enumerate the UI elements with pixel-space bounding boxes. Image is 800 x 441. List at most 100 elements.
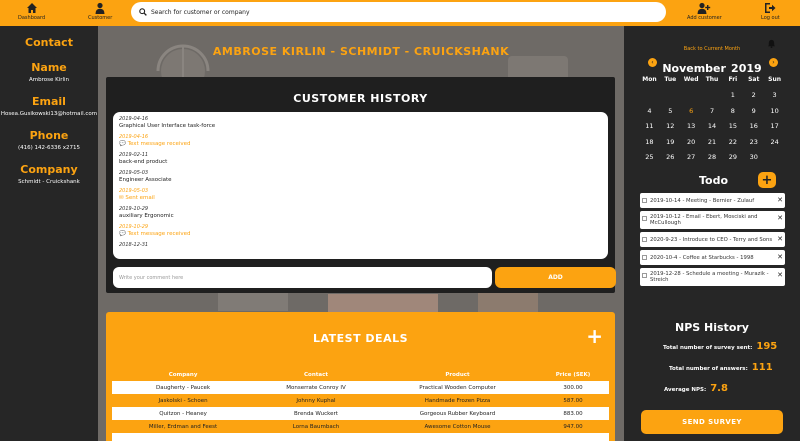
nav-customer[interactable]: Customer (88, 2, 112, 21)
calendar-day[interactable]: 27 (681, 153, 702, 161)
calendar-day[interactable]: 26 (660, 153, 681, 161)
calendar-day[interactable]: 21 (702, 138, 723, 146)
nav-dashboard[interactable]: Dashboard (18, 2, 45, 21)
calendar-day[interactable]: 3 (764, 91, 785, 99)
remove-todo-icon[interactable]: ✕ (777, 253, 783, 261)
history-item: 2019-04-16 💬 Text message received (119, 134, 602, 147)
table-cell: Johnny Kuphal (254, 394, 378, 407)
todo-item: 2020-10-4 - Coffee at Starbucks - 1998 ✕ (640, 250, 785, 265)
calendar-day[interactable]: 4 (639, 107, 660, 115)
next-month-button[interactable]: › (769, 58, 778, 67)
calendar-weekday: Sat (748, 76, 760, 84)
add-deal-button[interactable]: + (586, 326, 603, 346)
calendar-day[interactable]: 11 (639, 122, 660, 130)
calendar-day[interactable]: 28 (702, 153, 723, 161)
table-row[interactable]: Daugherty - Paucek Monserrate Conroy IV Pr… (112, 381, 609, 394)
nps-answers-label: Total number of answers: (669, 366, 748, 372)
table-cell: Daugherty - Paucek (112, 381, 255, 394)
calendar-day[interactable]: 10 (764, 107, 785, 115)
right-sidebar: Back to Current Month ‹ November 2019 › … (624, 26, 800, 441)
calendar-day[interactable]: 7 (702, 107, 723, 115)
calendar-grid: Mon Tue Wed Thu Fri Sat Sun 1 2 3 4 5 6 7 8 9 10 11 12 13 14… (639, 72, 785, 165)
history-title: CUSTOMER HISTORY (293, 92, 428, 105)
calendar-day[interactable]: 22 (722, 138, 743, 146)
nps-sent: Total number of survey sent: 195 (663, 341, 777, 352)
calendar-day[interactable]: 8 (722, 107, 743, 115)
history-item: 2019-02-11 back-end product (119, 152, 602, 165)
comment-input[interactable] (113, 267, 492, 288)
table-row[interactable]: Jaskolski - Schoen Johnny Kuphal Handmade … (112, 394, 609, 407)
history-date: 2019-05-03 (119, 188, 149, 194)
calendar-day[interactable]: 29 (722, 153, 743, 161)
calendar-weekday: Wed (683, 76, 699, 84)
add-todo-button[interactable]: + (758, 172, 776, 188)
history-text: 💬 Text message received (119, 141, 191, 147)
add-comment-button[interactable]: ADD (495, 267, 616, 288)
calendar-day[interactable]: 2 (743, 91, 764, 99)
todo-checkbox[interactable] (642, 198, 647, 203)
table-row[interactable]: Miller, Erdman and Feest Lorna Baumbach Aw… (112, 420, 609, 433)
calendar-day[interactable]: 20 (681, 138, 702, 146)
history-item: 2019-10-29 💬 Text message received (119, 224, 602, 237)
todo-checkbox[interactable] (642, 216, 647, 221)
search-input[interactable] (151, 8, 651, 16)
calendar-day[interactable]: 13 (681, 122, 702, 130)
nps-sent-value: 195 (756, 341, 778, 352)
phone-label: Phone (29, 129, 69, 142)
contact-email: Hosea.Gusikowski13@hotmail.com (0, 111, 98, 117)
calendar-day[interactable]: 24 (764, 138, 785, 146)
calendar-day[interactable]: 25 (639, 153, 660, 161)
remove-todo-icon[interactable]: ✕ (777, 235, 783, 243)
calendar-day[interactable]: 14 (702, 122, 723, 130)
calendar-day[interactable]: 16 (743, 122, 764, 130)
table-cell: Practical Wooden Computer (377, 381, 538, 394)
deals-column-header: Contact (254, 370, 378, 382)
table-cell: 883.00 (537, 407, 609, 420)
nav-logout[interactable]: Log out (761, 2, 780, 21)
todo-checkbox[interactable] (642, 255, 647, 260)
table-cell: Brenda Wuckert (254, 407, 378, 420)
main-content: AMBROSE KIRLIN - SCHMIDT - CRUICKSHANK C… (98, 26, 624, 441)
calendar-day[interactable]: 19 (660, 138, 681, 146)
search-bar[interactable] (131, 2, 666, 22)
nps-average: Average NPS: 7.8 (664, 383, 728, 394)
calendar-day[interactable]: 15 (722, 122, 743, 130)
deals-table-wrap: Company Contact Product Price (SEK) Daugher… (112, 370, 609, 441)
deals-column-header: Company (112, 370, 255, 382)
remove-todo-icon[interactable]: ✕ (777, 214, 783, 222)
calendar-day[interactable]: 1 (722, 91, 743, 99)
table-row[interactable]: Quitzon - Heaney Brenda Wuckert Gorgeous R… (112, 407, 609, 420)
nav-add-customer[interactable]: Add customer (687, 2, 722, 21)
calendar-day[interactable]: 18 (639, 138, 660, 146)
calendar-day[interactable]: 17 (764, 122, 785, 130)
contact-name: Ambrose Kirlin (28, 77, 70, 83)
calendar-weekday: Thu (705, 76, 719, 84)
calendar-day[interactable]: 12 (660, 122, 681, 130)
remove-todo-icon[interactable]: ✕ (777, 271, 783, 279)
todo-checkbox[interactable] (642, 273, 647, 278)
calendar-day[interactable]: 6 (681, 107, 702, 115)
history-date: 2019-05-03 (119, 170, 149, 176)
calendar-weekday: Mon (642, 76, 657, 84)
todo-text: 2019-10-14 - Meeting - Bernier - Zulauf (650, 197, 755, 204)
todo-item: 2019-12-28 - Schedule a meeting - Murazi… (640, 268, 785, 286)
calendar-day[interactable]: 5 (660, 107, 681, 115)
history-list[interactable]: 2019-04-16 Graphical User Interface task-… (113, 112, 608, 259)
calendar-weekday-row: Mon Tue Wed Thu Fri Sat Sun (639, 72, 785, 88)
table-cell: Lorna Baumbach (254, 420, 378, 433)
bell-icon[interactable] (767, 39, 776, 48)
calendar-day[interactable]: 30 (743, 153, 764, 161)
calendar-day[interactable]: 9 (743, 107, 764, 115)
table-cell: Monserrate Conroy IV (254, 381, 378, 394)
calendar-day[interactable]: 23 (743, 138, 764, 146)
top-bar: Dashboard Customer Add customer Log out (0, 0, 800, 26)
remove-todo-icon[interactable]: ✕ (777, 196, 783, 204)
deals-column-header: Price (SEK) (537, 370, 609, 382)
send-survey-button[interactable]: SEND SURVEY (641, 410, 783, 434)
todo-title: Todo (699, 174, 729, 187)
nav-logout-label: Log out (761, 15, 780, 21)
calendar-week-row: 123 (639, 88, 785, 104)
todo-checkbox[interactable] (642, 237, 647, 242)
history-text: auxiliary Ergonomic (119, 213, 174, 219)
history-date: 2019-04-16 (119, 134, 149, 140)
